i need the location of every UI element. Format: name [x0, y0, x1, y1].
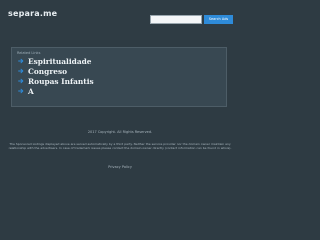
- related-links-heading: Related Links: [17, 51, 41, 55]
- search-input[interactable]: [150, 15, 202, 24]
- related-link-label[interactable]: A: [28, 87, 34, 96]
- arrow-right-icon: [18, 68, 24, 74]
- header: separa.me Search Ads: [0, 0, 240, 40]
- arrow-right-icon: [18, 88, 24, 94]
- disclaimer-text: The Sponsored Listings displayed above a…: [8, 142, 232, 151]
- related-link-roupas-infantis[interactable]: Roupas Infantis: [18, 76, 94, 86]
- site-logo[interactable]: separa.me: [8, 9, 57, 18]
- arrow-right-icon: [18, 78, 24, 84]
- related-links-list: Espiritualidade Congreso Roupas Infantis…: [18, 56, 94, 96]
- related-link-label[interactable]: Espiritualidade: [28, 57, 92, 66]
- copyright-text: 2017 Copyright. All Rights Reserved.: [87, 130, 153, 134]
- related-link-label[interactable]: Roupas Infantis: [28, 77, 94, 86]
- privacy-policy-link[interactable]: Privacy Policy: [0, 165, 240, 169]
- related-link-a[interactable]: A: [18, 86, 94, 96]
- related-link-label[interactable]: Congreso: [28, 67, 67, 76]
- related-link-espiritualidade[interactable]: Espiritualidade: [18, 56, 94, 66]
- search-form: Search Ads: [150, 15, 234, 24]
- related-link-congreso[interactable]: Congreso: [18, 66, 94, 76]
- arrow-right-icon: [18, 58, 24, 64]
- search-button[interactable]: Search Ads: [204, 15, 233, 24]
- related-links-panel: Related Links Espiritualidade Congreso R…: [11, 47, 227, 107]
